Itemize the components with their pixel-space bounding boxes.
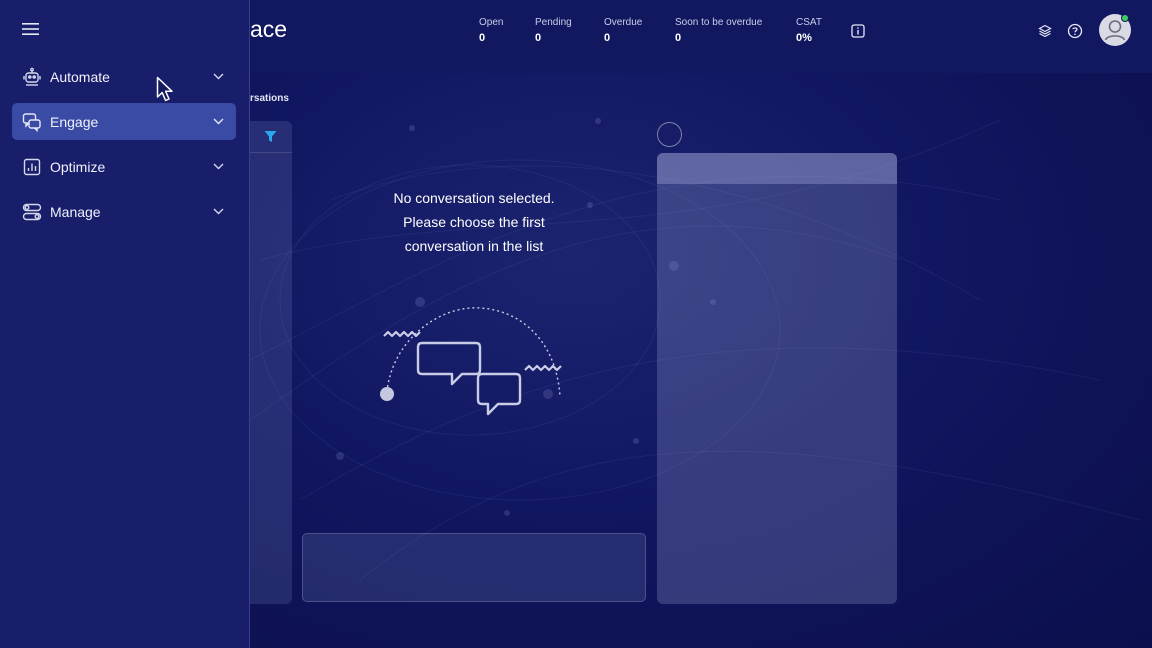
empty-chat-illustration-icon (380, 307, 562, 416)
empty-state-line: Please choose the first (403, 214, 545, 230)
layers-icon[interactable] (1036, 22, 1054, 40)
conversation-list-panel (250, 121, 292, 604)
message-composer[interactable] (302, 533, 646, 602)
sidebar-item-label: Automate (50, 68, 110, 85)
empty-state-line: No conversation selected. (393, 190, 555, 206)
list-panel-header (250, 121, 292, 153)
chevron-down-icon (200, 73, 236, 80)
loading-spinner-icon (657, 122, 682, 147)
chat-icon (12, 112, 50, 132)
chevron-down-icon (200, 118, 236, 125)
online-status-dot (1121, 14, 1129, 22)
stat-label: CSAT (796, 17, 822, 28)
stat-open: Open 0 (479, 17, 503, 44)
stat-value: 0 (479, 32, 486, 44)
empty-state-message: No conversation selected. Please choose … (354, 186, 594, 258)
chevron-down-icon (200, 208, 236, 215)
breadcrumb: rsations (250, 93, 289, 104)
stat-soon-overdue: Soon to be overdue 0 (675, 17, 762, 44)
stat-overdue: Overdue 0 (604, 17, 642, 44)
stat-label: Pending (535, 17, 572, 28)
sidebar-item-optimize[interactable]: Optimize (12, 148, 236, 185)
stat-label: Soon to be overdue (675, 17, 763, 28)
stat-csat: CSAT 0% (796, 17, 822, 44)
sidebar-item-engage[interactable]: Engage (12, 103, 236, 140)
empty-state-line: conversation in the list (404, 238, 544, 254)
stat-value: 0% (796, 32, 812, 44)
mouse-cursor-icon (156, 76, 173, 102)
help-icon[interactable] (1066, 22, 1084, 40)
info-icon[interactable] (850, 23, 866, 39)
sidebar-item-automate[interactable]: Automate (12, 58, 236, 95)
hamburger-menu-icon[interactable] (18, 18, 44, 40)
sidebar-item-label: Optimize (50, 158, 106, 175)
stat-value: 0 (535, 32, 542, 44)
sidebar-item-manage[interactable]: Manage (12, 193, 236, 230)
robot-icon (12, 67, 50, 87)
chart-icon (12, 158, 50, 176)
filter-icon[interactable] (264, 130, 277, 148)
page-title: ace (250, 16, 288, 42)
toggles-icon (12, 203, 50, 221)
stat-label: Overdue (604, 17, 643, 28)
sidebar-item-label: Manage (50, 203, 101, 220)
stat-pending: Pending 0 (535, 17, 572, 44)
stat-label: Open (479, 17, 504, 28)
sidebar-item-label: Engage (50, 113, 99, 130)
stat-value: 0 (604, 32, 611, 44)
details-panel-header (657, 153, 897, 184)
sidebar: Automate Engage Optimize Manage (0, 0, 250, 648)
stat-value: 0 (675, 32, 682, 44)
details-panel (657, 153, 897, 604)
chevron-down-icon (200, 163, 236, 170)
